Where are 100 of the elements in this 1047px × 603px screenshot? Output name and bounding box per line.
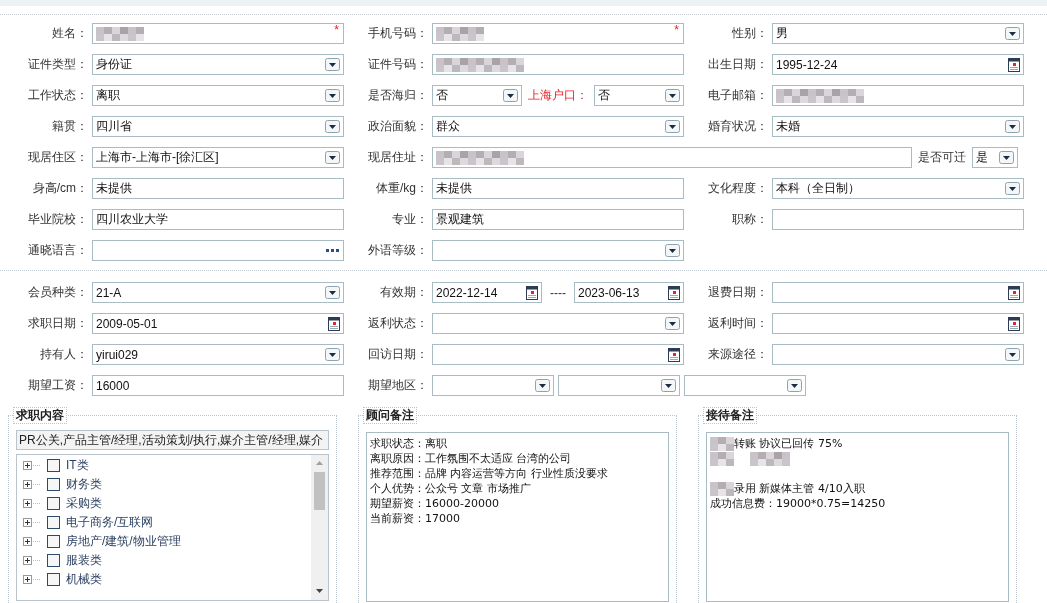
ellipsis-icon[interactable] [326, 248, 340, 253]
calendar-icon[interactable] [328, 316, 340, 331]
field-label: 会员种类： [27, 284, 88, 301]
select-field[interactable] [772, 344, 1024, 365]
expand-icon[interactable] [23, 499, 41, 508]
calendar-icon[interactable] [668, 285, 680, 300]
notes-textarea[interactable]: 转账 协议已回传 75% 录用 新媒体主管 4/10入职 成功信息费：19000*0.75=14250 [706, 432, 1009, 602]
scrollbar[interactable] [311, 455, 328, 600]
field-label: 通晓语言： [27, 242, 88, 259]
panel-legend: 接待备注 [703, 407, 757, 424]
date-field[interactable] [432, 344, 684, 365]
date-field[interactable] [772, 313, 1024, 334]
notes-textarea[interactable]: 求职状态：离职 离职原因：工作氛围不太适应 台湾的公司 推荐范围：品牌 内容运营等方向 行业性质没要求 个人优势：公众号 文章 市场推广 期望薪资：16000-20000 当前薪资：17000 [366, 432, 669, 602]
select-field[interactable] [432, 240, 684, 261]
field-label: 体重/kg： [375, 180, 428, 197]
field-label: 婚育状况： [707, 118, 768, 135]
selected-jobs-field[interactable]: PR公关,产品主管/经理,活动策划/执行,媒介主管/经理,媒介 [16, 430, 329, 450]
note-line: 期望薪资：16000-20000 [370, 496, 499, 511]
text-field[interactable]: 未提供 [92, 178, 344, 199]
select-field[interactable]: 未婚 [772, 116, 1024, 137]
tree-item[interactable]: IT类 [66, 457, 89, 474]
select-field[interactable]: 男 [772, 23, 1024, 44]
select-field[interactable] [684, 375, 806, 396]
select-field[interactable]: 本科（全日制） [772, 178, 1024, 199]
select-field[interactable]: 群众 [432, 116, 684, 137]
calendar-icon[interactable] [1008, 57, 1020, 72]
select-field[interactable]: 身份证 [92, 54, 344, 75]
checkbox[interactable] [47, 554, 60, 567]
field-label: 证件类型： [27, 56, 88, 73]
field-label: 姓名： [51, 25, 88, 42]
select-field[interactable]: yirui029 [92, 344, 344, 365]
checkbox[interactable] [47, 497, 60, 510]
panel-legend: 顾问备注 [363, 407, 417, 424]
select-field[interactable]: 21-A [92, 282, 344, 303]
required-mark: * [674, 24, 679, 36]
picker-field[interactable] [92, 240, 344, 261]
text-field[interactable]: 16000 [92, 375, 344, 396]
text-field[interactable]: 未提供 [432, 178, 684, 199]
select-field[interactable]: 上海市-上海市-[徐汇区] [92, 147, 344, 168]
select-field[interactable]: 否 [594, 85, 684, 106]
expand-icon[interactable] [23, 461, 41, 470]
redacted-blur [710, 451, 734, 466]
field-label: 现居住区： [27, 149, 88, 166]
text-field[interactable] [772, 85, 1024, 106]
note-line: 录用 新媒体主管 4/10入职 [734, 481, 865, 496]
expand-icon[interactable] [23, 556, 41, 565]
panel-legend: 求职内容 [13, 407, 67, 424]
calendar-icon[interactable] [1008, 316, 1020, 331]
note-line: 转账 协议已回传 75% [734, 436, 843, 451]
calendar-icon[interactable] [668, 347, 680, 362]
checkbox[interactable] [47, 516, 60, 529]
text-field[interactable]: 景观建筑 [432, 209, 684, 230]
text-field[interactable] [432, 54, 684, 75]
date-field[interactable]: 2023-06-13 [574, 282, 684, 303]
text-field[interactable] [432, 147, 912, 168]
calendar-icon[interactable] [526, 285, 538, 300]
select-field[interactable]: 否 [432, 85, 522, 106]
select-field[interactable]: 四川省 [92, 116, 344, 137]
text-field[interactable]: 四川农业大学 [92, 209, 344, 230]
date-field[interactable]: 1995-12-24 [772, 54, 1024, 75]
select-field[interactable] [432, 375, 554, 396]
expand-icon[interactable] [23, 480, 41, 489]
tree-item[interactable]: 电子商务/互联网 [66, 514, 154, 531]
field-label: 是否海归： [367, 87, 428, 104]
field-label: 求职日期： [27, 315, 88, 332]
text-field[interactable] [772, 209, 1024, 230]
expand-icon[interactable] [23, 537, 41, 546]
field-label: 现居住址： [367, 149, 428, 166]
tree-item[interactable]: 采购类 [66, 495, 102, 512]
select-field[interactable]: 离职 [92, 85, 344, 106]
tree-item[interactable]: 房地产/建筑/物业管理 [66, 533, 181, 550]
text-field[interactable]: * [92, 23, 344, 44]
select-field[interactable] [558, 375, 680, 396]
field-label: 文化程度： [707, 180, 768, 197]
field-label: 籍贯： [51, 118, 88, 135]
tree-item[interactable]: 服装类 [66, 552, 102, 569]
field-label: 期望地区： [367, 377, 428, 394]
date-field[interactable] [772, 282, 1024, 303]
field-label: 出生日期： [707, 56, 768, 73]
field-label: 手机号码： [367, 25, 428, 42]
select-field[interactable] [432, 313, 684, 334]
checkbox[interactable] [47, 459, 60, 472]
field-label: 退费日期： [707, 284, 768, 301]
date-field[interactable]: 2022-12-14 [432, 282, 542, 303]
date-field[interactable]: 2009-05-01 [92, 313, 344, 334]
checkbox[interactable] [47, 535, 60, 548]
calendar-icon[interactable] [1008, 285, 1020, 300]
field-label: 身高/cm： [31, 180, 88, 197]
field-label: 上海户口： [528, 87, 588, 104]
checkbox[interactable] [47, 478, 60, 491]
note-line: 成功信息费：19000*0.75=14250 [710, 496, 886, 511]
checkbox[interactable] [47, 573, 60, 586]
field-label: 电子邮箱： [707, 87, 768, 104]
tree-item[interactable]: 机械类 [66, 571, 102, 588]
select-field[interactable]: 是 [972, 147, 1018, 168]
expand-icon[interactable] [23, 518, 41, 527]
text-field[interactable]: * [432, 23, 684, 44]
tree-item[interactable]: 财务类 [66, 476, 102, 493]
field-label: 性别： [731, 25, 768, 42]
expand-icon[interactable] [23, 575, 41, 584]
